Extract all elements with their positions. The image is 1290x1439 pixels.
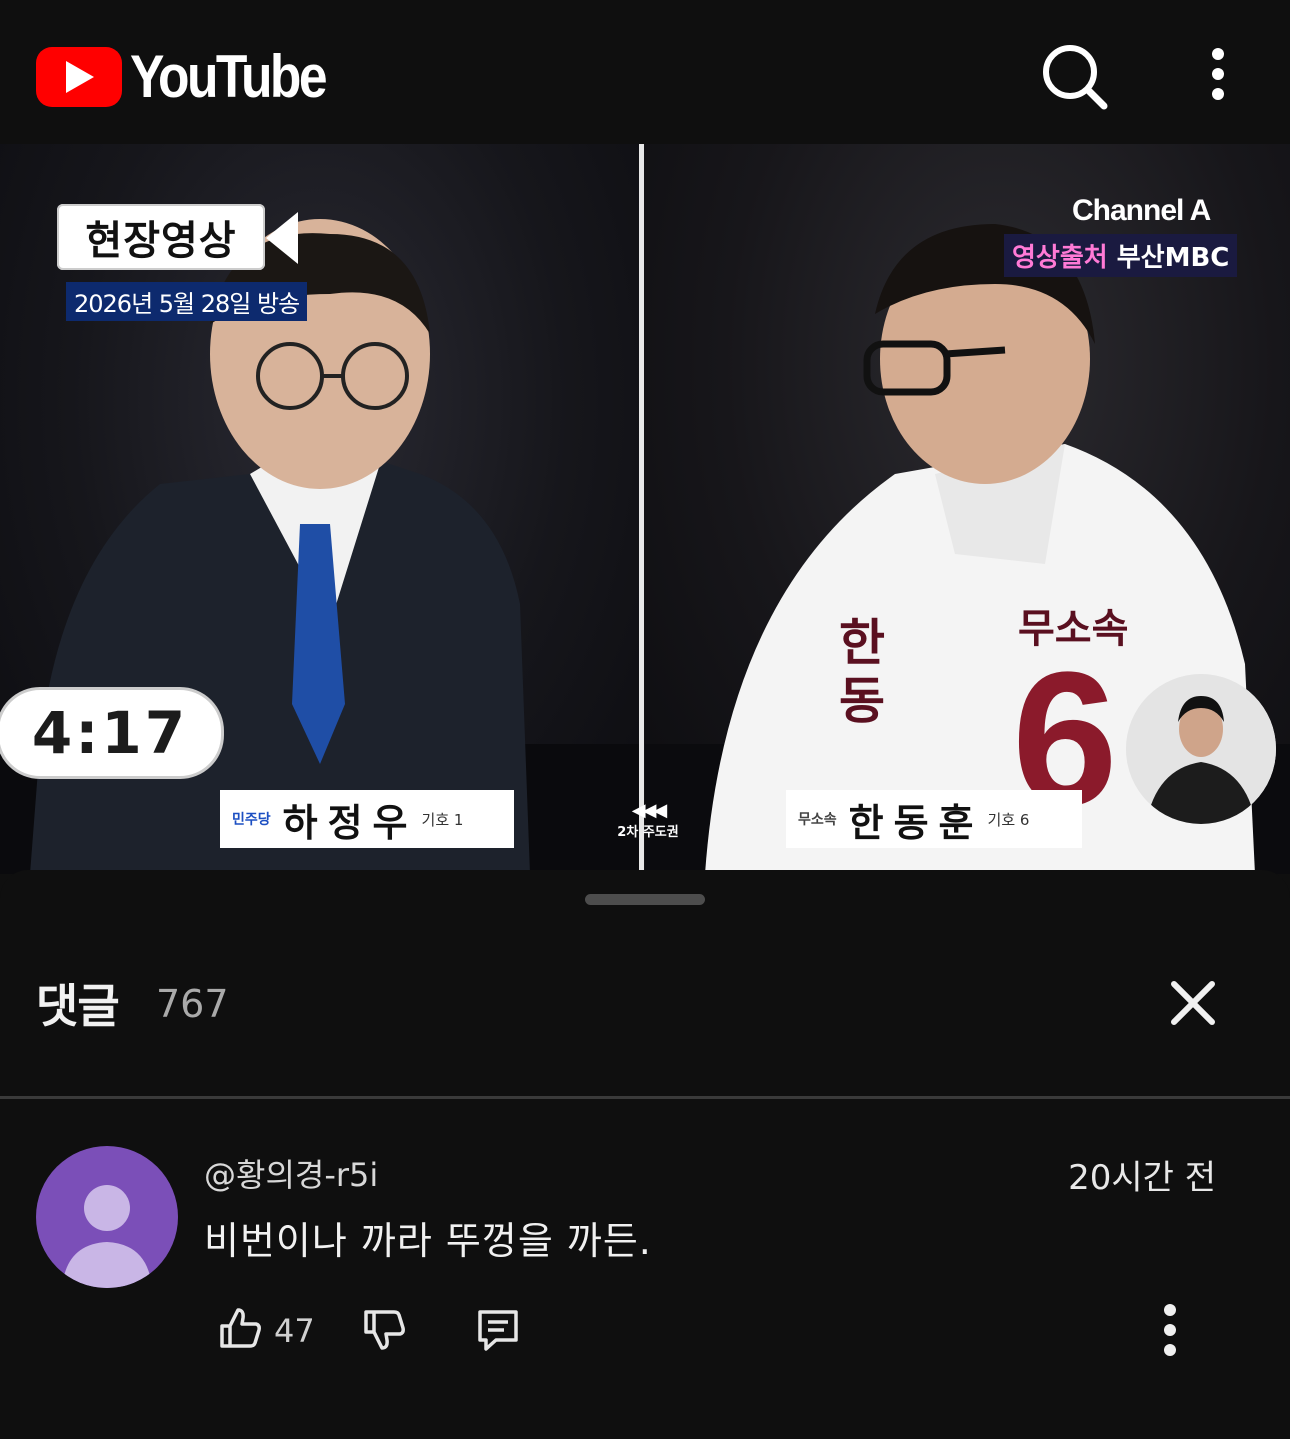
live-footage-badge: 현장영상 [57, 204, 265, 270]
dislike-icon[interactable] [360, 1306, 408, 1354]
top-app-bar: YouTube [0, 0, 1290, 144]
video-right-panel: 한 동 무소속 6 Channel A 영상출처 부산MBC 무소속 한동훈 기… [645, 144, 1290, 874]
comment-timestamp: 20시간 전 [1068, 1158, 1216, 1198]
close-icon[interactable] [1160, 970, 1226, 1036]
comments-title: 댓글 [36, 979, 120, 1033]
like-count: 47 [274, 1312, 315, 1350]
channel-logo: Channel A [1072, 194, 1211, 227]
comment-text: 비번이나 까라 뚜껑을 까든. [204, 1219, 652, 1263]
comments-count: 767 [156, 982, 229, 1026]
candidate-number: 기호 1 [421, 810, 464, 829]
search-icon[interactable] [1040, 42, 1110, 112]
video-source: 영상출처 부산MBC [1004, 234, 1238, 277]
youtube-logo[interactable]: YouTube [36, 42, 357, 111]
round-label: 2차 주도권 [617, 825, 679, 840]
youtube-play-logo-icon [36, 46, 122, 107]
broadcast-date: 2026년 5월 28일 방송 [66, 282, 308, 321]
round-indicator: ◀◀◀ 2차 주도권 [608, 800, 688, 840]
video-player[interactable]: 현장영상 2026년 5월 28일 방송 4:17 민주당 하정우 기호 1 한… [0, 144, 1290, 874]
avatar[interactable] [36, 1146, 178, 1288]
reply-icon[interactable] [474, 1306, 522, 1354]
candidate-name: 하정우 [282, 800, 418, 845]
camera-icon [266, 212, 298, 264]
debate-timer: 4:17 [0, 687, 224, 779]
party-label: 무소속 [798, 812, 837, 828]
comment-author[interactable]: @황의경-r5i [204, 1150, 378, 1196]
drag-handle[interactable] [585, 894, 705, 905]
sign-language-interpreter [1126, 674, 1276, 824]
comments-sheet: 댓글 767 @황의경-r5i 20시간 전 비번이나 까라 뚜껑을 까든. 4… [0, 870, 1290, 1439]
candidate-name: 한동훈 [848, 800, 984, 845]
comment-more-icon[interactable] [1150, 1300, 1190, 1360]
split-divider [639, 144, 644, 874]
source-name: 부산MBC [1116, 243, 1230, 273]
like-icon[interactable] [216, 1304, 264, 1352]
candidate-right-nameplate: 무소속 한동훈 기호 6 [786, 790, 1082, 848]
sash-text: 한 동 [839, 614, 885, 730]
party-label: 민주당 [232, 812, 271, 828]
video-left-panel: 현장영상 2026년 5월 28일 방송 4:17 민주당 하정우 기호 1 [0, 144, 640, 874]
candidate-number: 기호 6 [987, 810, 1030, 829]
rewind-icon: ◀◀◀ [631, 800, 668, 821]
candidate-left-nameplate: 민주당 하정우 기호 1 [220, 790, 514, 848]
divider [0, 1096, 1290, 1099]
more-vert-icon[interactable] [1196, 46, 1240, 102]
brand-name: YouTube [130, 43, 328, 110]
source-prefix: 영상출처 [1012, 243, 1108, 273]
